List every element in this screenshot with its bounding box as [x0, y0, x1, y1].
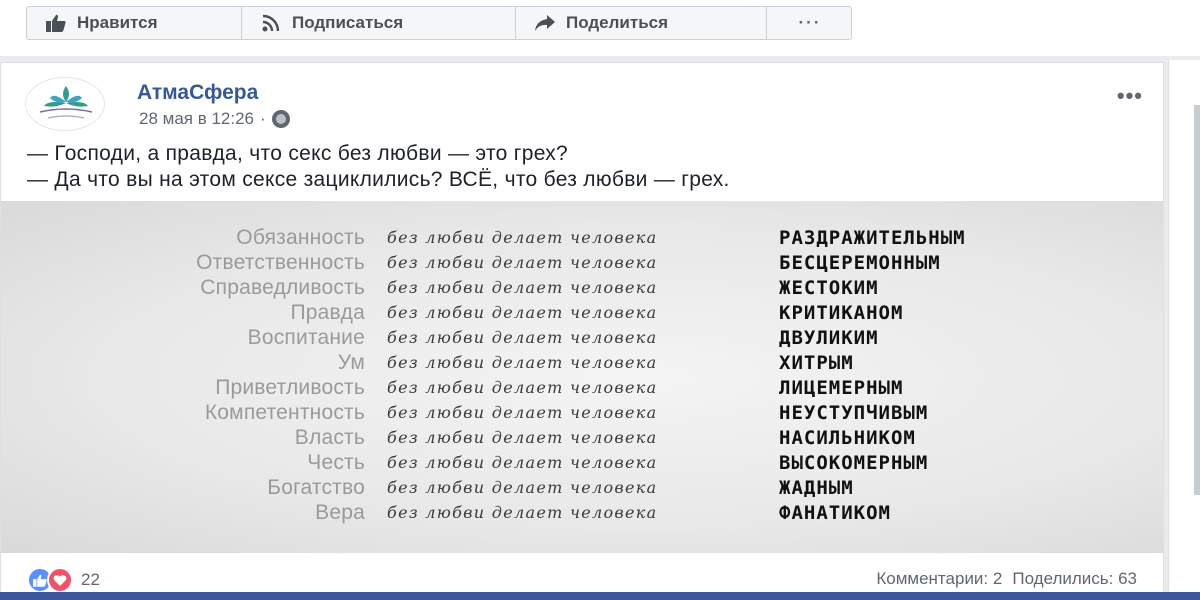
post-text-line: — Да что вы на этом сексе зациклились? В… [27, 168, 730, 191]
globe-icon[interactable] [271, 110, 290, 128]
shares-count-link[interactable]: Поделились: 63 [1012, 569, 1137, 589]
quote-virtue: Обязанность [236, 225, 365, 249]
page-avatar[interactable] [25, 77, 105, 131]
quote-virtue: Власть [294, 425, 365, 449]
quote-phrase: без любви делает человека [387, 328, 658, 347]
quote-result: ХИТРЫМ [779, 351, 854, 374]
quote-row: Компетентность без любви делает человека… [1, 400, 1101, 425]
quote-phrase: без любви делает человека [387, 353, 658, 372]
quote-virtue: Ум [337, 350, 365, 374]
share-page-label: Поделиться [566, 13, 669, 32]
share-page-button[interactable]: Поделиться [515, 6, 767, 40]
quote-result: НЕУСТУПЧИВЫМ [779, 401, 929, 424]
quote-virtue: Справедливость [200, 275, 365, 299]
quote-result: ВЫСОКОМЕРНЫМ [779, 451, 929, 474]
like-page-label: Нравится [77, 13, 158, 32]
comments-count-link[interactable]: Комментарии: 2 [876, 569, 1002, 589]
post-options-button[interactable]: ••• [1117, 83, 1143, 109]
quote-row: Вера без любви делает человека ФАНАТИКОМ [1, 500, 1101, 525]
quote-row: Богатство без любви делает человека ЖАДН… [1, 475, 1101, 500]
quote-phrase: без любви делает человека [387, 453, 658, 472]
quote-phrase: без любви делает человека [387, 378, 658, 397]
quote-row: Власть без любви делает человека НАСИЛЬН… [1, 425, 1101, 450]
quote-row: Приветливость без любви делает человека … [1, 375, 1101, 400]
quote-virtue: Ответственность [196, 250, 365, 274]
bottom-strip [0, 592, 1200, 600]
quote-virtue: Вера [315, 500, 365, 524]
quote-row: Обязанность без любви делает человека РА… [1, 225, 1101, 250]
right-scroll-edge [1168, 60, 1200, 600]
quote-virtue: Честь [307, 450, 365, 474]
quote-phrase: без любви делает человека [387, 503, 658, 522]
like-page-button[interactable]: Нравится [26, 6, 242, 40]
post-meta: 28 мая в 12:26 · [139, 109, 290, 129]
scrollbar[interactable] [1194, 105, 1200, 495]
reactions-summary[interactable]: 22 [27, 567, 100, 593]
quote-virtue: Компетентность [204, 400, 365, 424]
post-image[interactable]: Обязанность без любви делает человека РА… [1, 201, 1163, 553]
quote-row: Ум без любви делает человека ХИТРЫМ [1, 350, 1101, 375]
quote-virtue: Богатство [267, 475, 365, 499]
rss-icon [260, 12, 282, 34]
page-name-link[interactable]: АтмаСфера [137, 81, 258, 105]
thumbs-up-icon [45, 12, 67, 34]
quote-phrase: без любви делает человека [387, 278, 658, 297]
quote-result: БЕСЦЕРЕМОННЫМ [779, 251, 941, 274]
love-reaction-icon [47, 567, 73, 593]
lotus-logo-icon [39, 86, 93, 119]
reactions-count: 22 [81, 570, 100, 589]
post-footer: 22 Комментарии: 2 Поделились: 63 [27, 565, 1137, 595]
post-text-line: — Господи, а правда, что секс без любви … [27, 142, 569, 165]
follow-page-button[interactable]: Подписаться [241, 6, 516, 40]
page-action-bar: Нравится Подписаться Поделиться ··· [0, 0, 1200, 56]
quote-result: НАСИЛЬНИКОМ [779, 426, 916, 449]
quote-result: КРИТИКАНОМ [779, 301, 904, 324]
quote-result: ФАНАТИКОМ [779, 501, 891, 524]
share-arrow-icon [534, 12, 556, 34]
quote-result: ДВУЛИКИМ [779, 326, 879, 349]
quote-virtue: Приветливость [215, 375, 365, 399]
quote-result: РАЗДРАЖИТЕЛЬНЫМ [779, 226, 966, 249]
quote-phrase: без любви делает человека [387, 428, 658, 447]
quote-phrase: без любви делает человека [387, 303, 658, 322]
quote-virtue: Воспитание [247, 325, 365, 349]
quote-row: Воспитание без любви делает человека ДВУ… [1, 325, 1101, 350]
more-options-label: ··· [798, 13, 822, 32]
quote-virtue: Правда [290, 300, 365, 324]
page-actions: Нравится Подписаться Поделиться ··· [26, 6, 852, 40]
quote-row: Справедливость без любви делает человека… [1, 275, 1101, 300]
quote-result: ЖЕСТОКИМ [779, 276, 879, 299]
quote-result: ЛИЦЕМЕРНЫМ [779, 376, 904, 399]
quote-phrase: без любви делает человека [387, 403, 658, 422]
meta-separator: · [260, 109, 266, 128]
quote-row: Честь без любви делает человека ВЫСОКОМЕ… [1, 450, 1101, 475]
quote-phrase: без любви делает человека [387, 253, 658, 272]
more-options-button[interactable]: ··· [766, 6, 852, 40]
quote-result: ЖАДНЫМ [779, 476, 854, 499]
post-card: АтмаСфера 28 мая в 12:26 · ••• — Господи… [0, 62, 1164, 600]
quote-phrase: без любви делает человека [387, 478, 658, 497]
post-stats: Комментарии: 2 Поделились: 63 [876, 569, 1137, 589]
post-timestamp[interactable]: 28 мая в 12:26 [139, 109, 254, 129]
quote-row: Правда без любви делает человека КРИТИКА… [1, 300, 1101, 325]
follow-page-label: Подписаться [292, 13, 404, 32]
post-text: — Господи, а правда, что секс без любви … [27, 141, 730, 193]
post-header: АтмаСфера 28 мая в 12:26 · ••• [25, 77, 1145, 133]
quote-phrase: без любви делает человека [387, 228, 658, 247]
quote-row: Ответственность без любви делает человек… [1, 250, 1101, 275]
